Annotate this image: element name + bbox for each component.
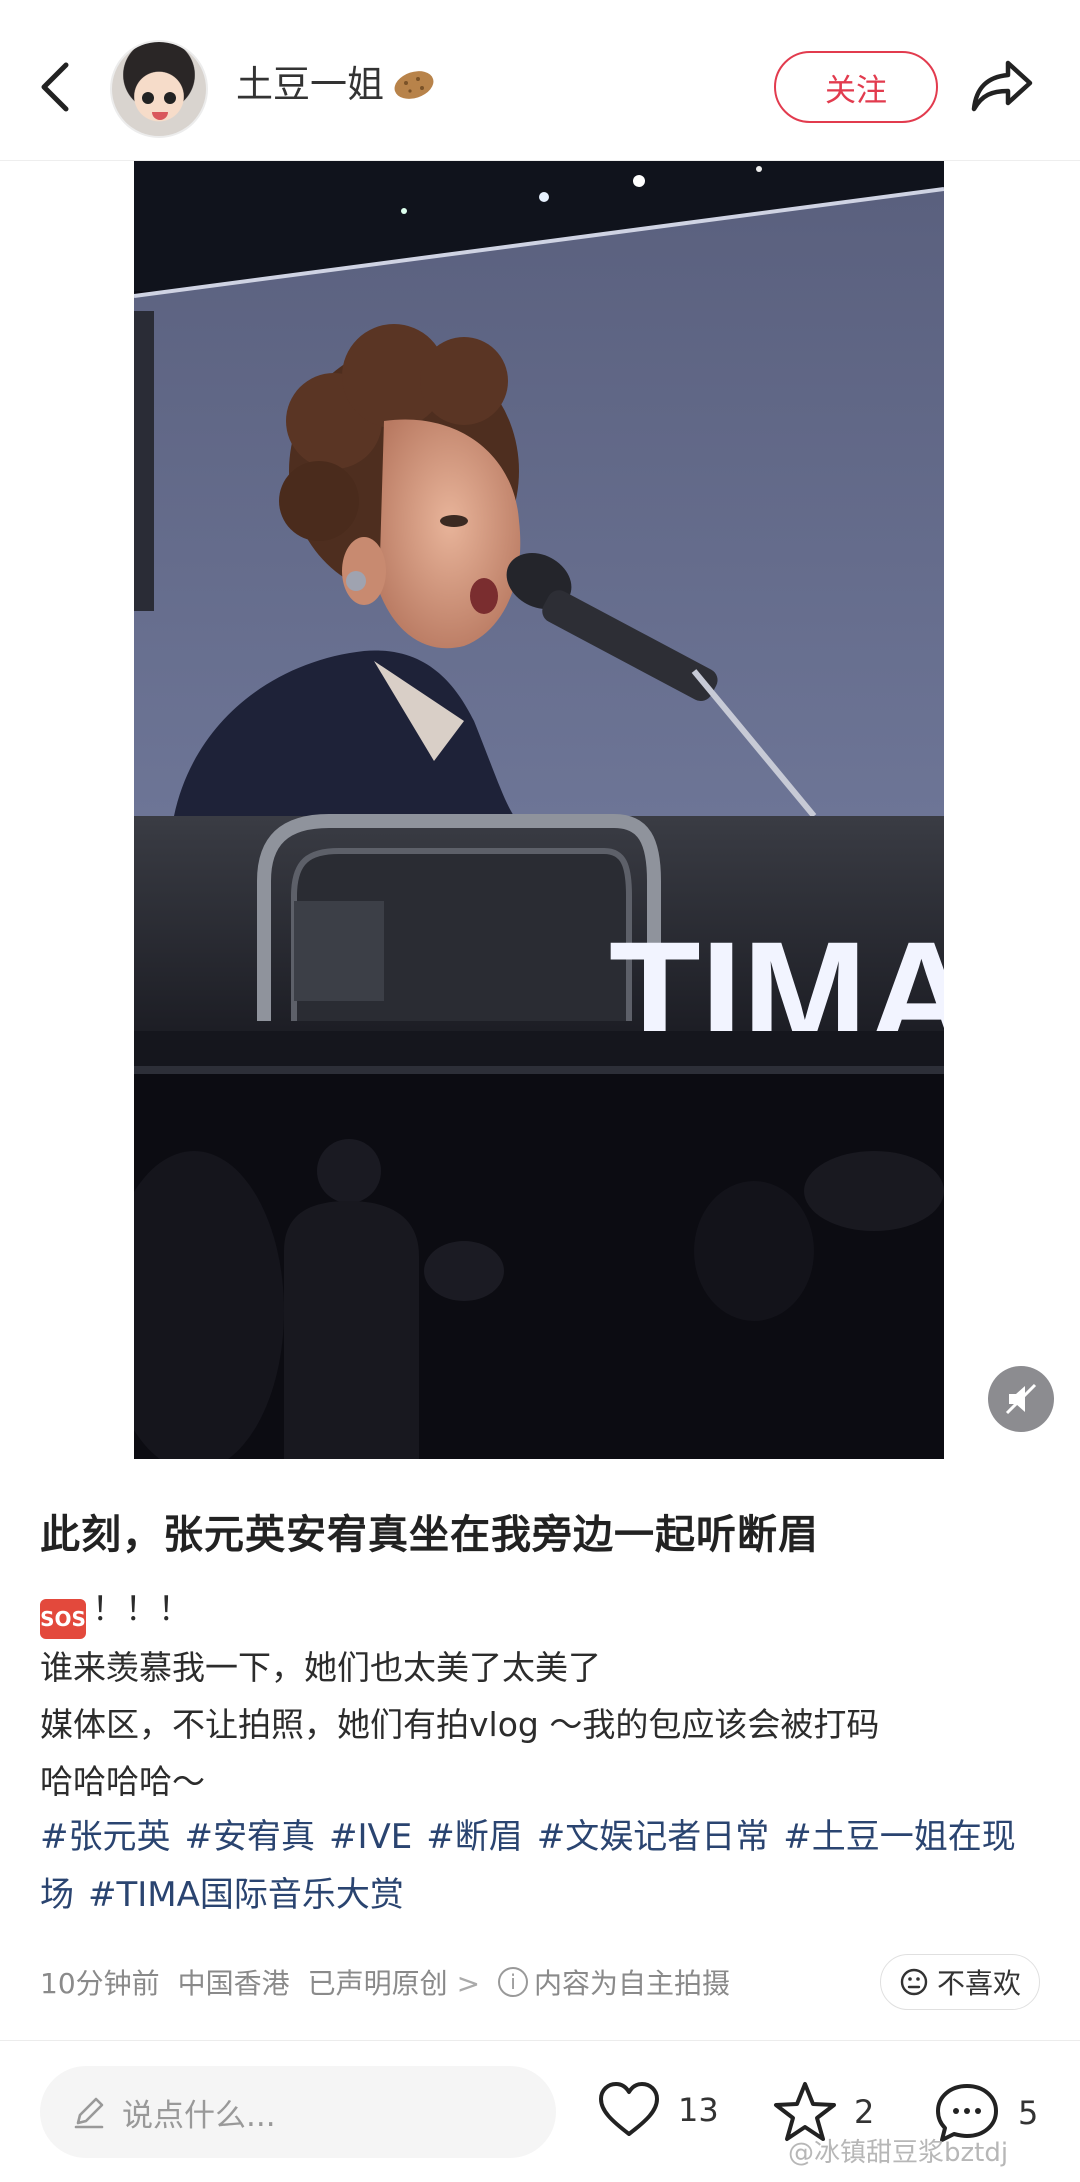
speaker-mute-icon xyxy=(1005,1383,1037,1415)
body-line-3: 媒体区，不让拍照，她们有拍vlog ～我的包应该会被打码 xyxy=(40,1705,880,1744)
body-line-2: 谁来羡慕我一下，她们也太美了太美了 xyxy=(40,1648,601,1687)
body-exclaim: ！！！ xyxy=(92,1589,191,1628)
original-declaration[interactable]: 已声明原创 > xyxy=(308,1962,480,2002)
post-location: 中国香港 xyxy=(177,1967,290,2000)
hashtag-list: #张元英 #安宥真 #IVE #断眉 #文娱记者日常 #土豆一姐在现场 #TIMA国际音乐大… xyxy=(40,1808,1050,1924)
avatar-eye-right xyxy=(164,92,176,104)
author-name-row[interactable]: 土豆一姐 xyxy=(236,60,436,110)
hashtag-link[interactable]: #文娱记者日常 xyxy=(537,1817,770,1857)
dislike-label: 不喜欢 xyxy=(936,1967,1021,2000)
post-body: SOS！！！ 谁来羡慕我一下，她们也太美了太美了 媒体区，不让拍照，她们有拍vl… xyxy=(40,1580,1050,1810)
neutral-face-icon xyxy=(900,1968,928,1996)
back-button[interactable] xyxy=(30,52,80,122)
share-icon xyxy=(971,60,1033,112)
post-title: 此刻，张元英安宥真坐在我旁边一起听断眉 xyxy=(40,1512,819,1558)
author-name[interactable]: 土豆一姐 xyxy=(236,60,384,110)
sos-icon: SOS xyxy=(40,1599,86,1639)
follow-button[interactable]: 关注 xyxy=(774,51,938,123)
hashtag-link[interactable]: #安宥真 xyxy=(185,1817,316,1857)
watermark: @冰镇甜豆浆bztdj xyxy=(788,2138,1009,2168)
like-button[interactable]: 13 xyxy=(596,2080,719,2140)
content-notice-text: 内容为自主拍摄 xyxy=(534,1967,731,2000)
avatar-eye-left xyxy=(142,92,154,104)
potato-icon xyxy=(394,71,434,99)
share-button[interactable] xyxy=(970,55,1036,117)
favorite-count: 2 xyxy=(854,2093,875,2131)
heart-icon xyxy=(599,2082,659,2136)
pencil-icon xyxy=(74,2097,104,2129)
comment-input[interactable]: 说点什么... xyxy=(40,2066,556,2158)
post-time: 10分钟前 xyxy=(40,1967,160,2000)
hashtag-link[interactable]: #张元英 xyxy=(40,1817,171,1857)
content-notice: i 内容为自主拍摄 xyxy=(498,1962,730,2002)
hashtag-link[interactable]: #TIMA国际音乐大赏 xyxy=(88,1875,404,1915)
chevron-left-icon xyxy=(41,62,69,112)
post-photo[interactable]: TIMA xyxy=(134,161,944,1459)
divider xyxy=(0,2040,1080,2041)
comment-count: 5 xyxy=(1018,2094,1039,2132)
body-line-1: SOS！！！ xyxy=(40,1580,1050,1639)
avatar[interactable] xyxy=(110,40,208,138)
hashtag-link[interactable]: #断眉 xyxy=(426,1817,523,1857)
like-count: 13 xyxy=(678,2091,719,2129)
concert-photo: TIMA xyxy=(134,161,944,1459)
mute-button[interactable] xyxy=(988,1366,1054,1432)
post-meta: 10分钟前 中国香港 已声明原创 > i 内容为自主拍摄 xyxy=(40,1962,730,2002)
top-bar: 土豆一姐 关注 xyxy=(0,0,1080,161)
info-icon: i xyxy=(498,1967,529,1997)
avatar-mouth xyxy=(152,112,168,120)
comment-placeholder: 说点什么... xyxy=(122,2097,276,2134)
chevron-right-icon: > xyxy=(456,1967,481,2000)
original-label: 已声明原创 xyxy=(307,1967,448,2000)
body-line-4: 哈哈哈哈～ xyxy=(40,1762,205,1801)
dislike-button[interactable]: 不喜欢 xyxy=(880,1954,1040,2010)
hashtag-link[interactable]: #IVE xyxy=(329,1817,412,1857)
